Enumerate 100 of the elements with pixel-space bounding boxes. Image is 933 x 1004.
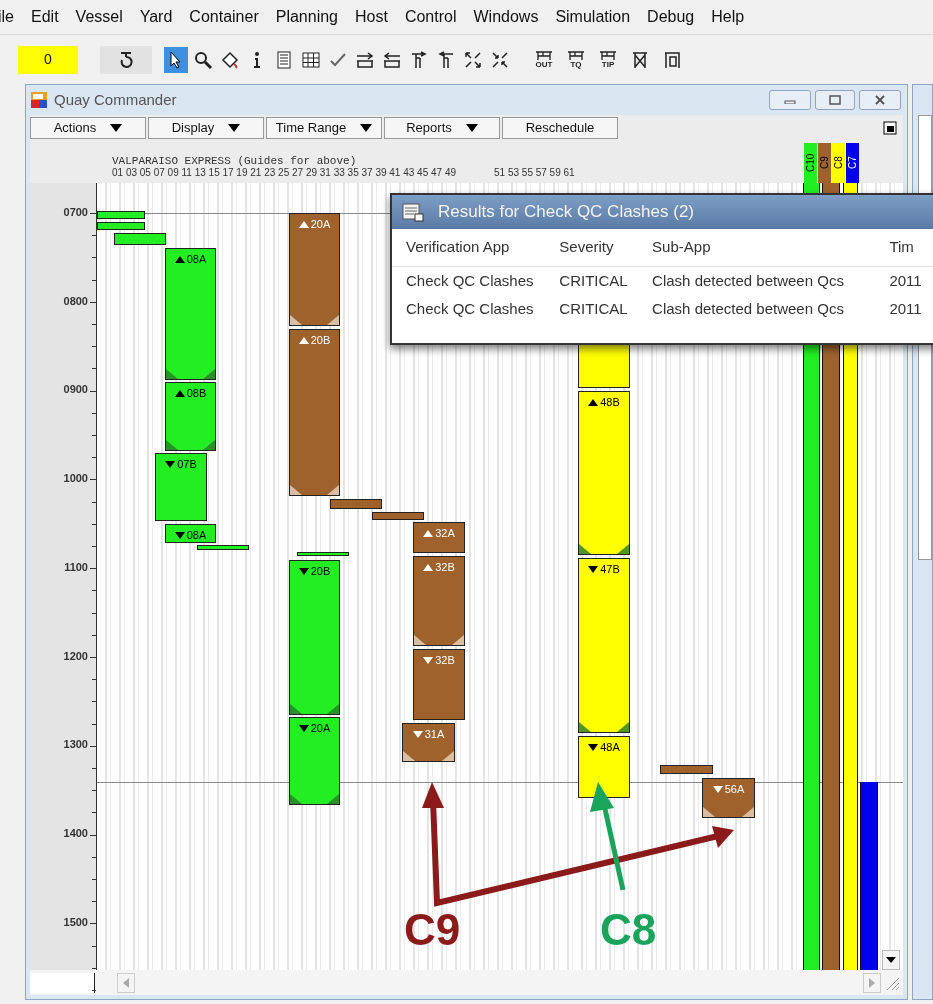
hatch-icon: [403, 751, 415, 761]
work-block[interactable]: 32B: [413, 649, 465, 720]
time-label: 1200: [63, 650, 88, 662]
hatch-icon: [442, 751, 454, 761]
work-block[interactable]: 08A: [165, 248, 216, 380]
hatch-icon: [579, 722, 591, 732]
table-cell-text: CRITICAL: [559, 270, 629, 291]
maximize-button[interactable]: [815, 90, 855, 110]
work-block[interactable]: 56A: [702, 778, 755, 818]
move-bar[interactable]: [297, 552, 349, 556]
move-bar[interactable]: [97, 222, 145, 230]
menu-item[interactable]: Yard: [139, 5, 173, 29]
block-label: 20A: [310, 219, 331, 230]
time-label: 0800: [63, 295, 88, 307]
hatch-icon: [327, 315, 339, 325]
menu-button[interactable]: Reports: [384, 117, 500, 139]
frame-icon: [662, 49, 682, 70]
work-block[interactable]: 48B: [578, 391, 630, 555]
work-block[interactable]: 08A: [165, 524, 216, 543]
column-header[interactable]: Sub-App: [652, 236, 890, 259]
pointer-tool[interactable]: [164, 46, 188, 73]
collapse-icon: [490, 49, 510, 70]
menu-item[interactable]: Control: [404, 5, 457, 29]
vessel-name: VALPARAISO EXPRESS (Guides for above): [112, 155, 358, 167]
menu-button[interactable]: Display: [148, 117, 264, 139]
work-block[interactable]: 47B: [578, 558, 630, 733]
maximize-icon: [829, 95, 841, 105]
close-button[interactable]: [859, 90, 901, 110]
menu-button[interactable]: Time Range: [266, 117, 382, 139]
table-cell-text: Check QC Clashes: [406, 298, 535, 319]
column-header[interactable]: Verification App: [406, 236, 560, 259]
block-label: 56A: [724, 784, 745, 795]
block-label: 32B: [435, 655, 455, 666]
table-cell-text: CRITICAL: [559, 298, 629, 319]
block-label: 48A: [600, 742, 620, 753]
block-label: 20B: [310, 566, 331, 577]
block-label: 48B: [600, 397, 620, 408]
hook-tool[interactable]: [100, 45, 152, 74]
hatch-icon: [290, 315, 302, 325]
bay-numbers: 01 03 05 07 09 11 13 15 17 19 21 23 25 27 29 31 33 35 37 39 41 43 45 47 49: [112, 167, 456, 179]
menu-item[interactable]: Edit: [31, 5, 59, 29]
crane-tag: C10: [804, 143, 817, 183]
work-block[interactable]: 07B: [155, 453, 207, 521]
hatch-icon: [617, 544, 629, 554]
hatch-icon: [290, 794, 302, 804]
work-block[interactable]: 20B: [289, 329, 340, 496]
menu-item[interactable]: Vessel: [75, 5, 123, 29]
restore-icon[interactable]: [883, 121, 897, 135]
hatch-icon: [290, 704, 302, 714]
time-label: 0900: [63, 384, 88, 396]
time-label: 1300: [63, 739, 88, 751]
hatch-icon: [203, 369, 215, 379]
hatch-icon: [166, 440, 178, 450]
menu-item[interactable]: Container: [189, 5, 259, 29]
hatch-icon: [452, 635, 464, 645]
report-icon: [402, 202, 424, 222]
work-block[interactable]: 20A: [289, 213, 340, 326]
block-label: 20A: [310, 723, 331, 734]
move-bar[interactable]: [197, 545, 249, 550]
work-block[interactable]: 08B: [165, 382, 216, 451]
work-block[interactable]: 32B: [413, 556, 465, 646]
hatch-icon: [290, 485, 302, 495]
time-label: 1100: [64, 561, 88, 573]
bay-numbers: 51 53 55 57 59 61: [494, 167, 575, 179]
menu-item[interactable]: Host: [355, 5, 388, 29]
block-label: 32A: [435, 528, 455, 539]
menu-button[interactable]: Reschedule: [502, 117, 618, 139]
hatch-icon: [414, 635, 426, 645]
arrow-left-icon: [382, 49, 402, 70]
menu-button[interactable]: Actions: [30, 117, 146, 139]
work-block[interactable]: 32A: [413, 522, 465, 553]
time-label: 1000: [63, 473, 88, 485]
toolbar-tool[interactable]: OUT: [532, 46, 556, 73]
menu-item[interactable]: Debug: [647, 5, 695, 29]
crane-tag: C7: [846, 143, 859, 183]
hatch-icon: [617, 722, 629, 732]
close-icon: [874, 95, 886, 105]
menu-item[interactable]: Simulation: [555, 5, 631, 29]
crane-icon: [534, 50, 554, 61]
block-label: 20B: [310, 335, 331, 346]
block-label: 31A: [424, 729, 445, 740]
menu-item[interactable]: Windows: [473, 5, 539, 29]
time-label: 0700: [63, 207, 88, 218]
work-block[interactable]: 48A: [578, 736, 630, 798]
time-label: 1400: [63, 827, 88, 839]
work-block[interactable]: 20A: [289, 717, 340, 805]
column-header[interactable]: Severity: [559, 236, 653, 259]
column-header[interactable]: Tim: [889, 236, 933, 259]
menu-item[interactable]: Help: [711, 5, 745, 29]
work-block[interactable]: 31A: [402, 723, 455, 762]
toolbar-tool[interactable]: TIP: [596, 46, 620, 73]
move-bar[interactable]: [97, 211, 145, 219]
move-bar[interactable]: [114, 233, 166, 245]
toolbar-tool[interactable]: TQ: [564, 46, 588, 73]
work-block[interactable]: 20B: [289, 560, 340, 715]
scroll-down-button[interactable]: [882, 950, 900, 970]
crossed-frame-icon: [630, 49, 650, 70]
search-icon: [193, 49, 213, 70]
resize-grip-icon[interactable]: [885, 975, 899, 990]
menu-item[interactable]: Planning: [275, 5, 338, 29]
